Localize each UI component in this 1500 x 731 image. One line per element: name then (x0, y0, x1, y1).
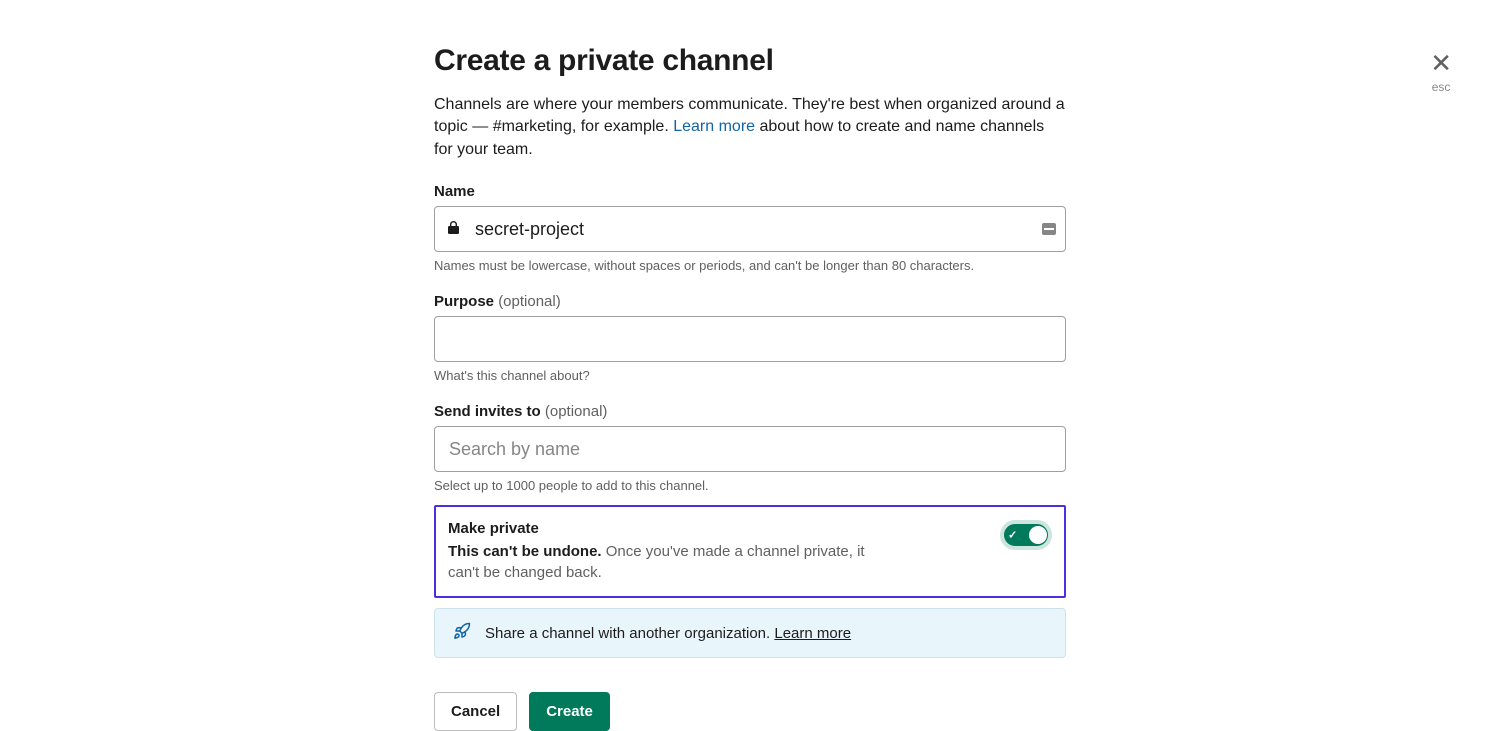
make-private-section: Make private This can't be undone. Once … (434, 505, 1066, 598)
name-help: Names must be lowercase, without spaces … (434, 258, 1066, 273)
name-input-wrap (434, 206, 1066, 252)
toggle-knob (1029, 526, 1047, 544)
name-input[interactable] (434, 206, 1066, 252)
make-private-title: Make private (448, 518, 868, 539)
invites-input-wrap (434, 426, 1066, 472)
share-learn-more-link[interactable]: Learn more (774, 625, 851, 642)
invites-help: Select up to 1000 people to add to this … (434, 478, 1066, 493)
make-private-text: Make private This can't be undone. Once … (448, 518, 868, 583)
invites-label: Send invites to (optional) (434, 403, 1066, 420)
invites-input[interactable] (434, 426, 1066, 472)
close-button[interactable]: ✕ esc (1430, 50, 1452, 94)
invites-optional: (optional) (545, 403, 608, 420)
modal-title: Create a private channel (434, 44, 1066, 78)
purpose-label-text: Purpose (434, 293, 498, 310)
cancel-button[interactable]: Cancel (434, 692, 517, 731)
make-private-toggle[interactable]: ✓ (1000, 520, 1052, 550)
modal-actions: Cancel Create (434, 692, 1066, 731)
learn-more-link[interactable]: Learn more (673, 118, 755, 135)
close-label: esc (1430, 80, 1452, 94)
make-private-strong: This can't be undone. (448, 543, 602, 560)
lock-icon (448, 221, 459, 237)
name-label: Name (434, 183, 1066, 200)
purpose-help: What's this channel about? (434, 368, 1066, 383)
purpose-optional: (optional) (498, 293, 561, 310)
purpose-label: Purpose (optional) (434, 293, 1066, 310)
share-banner: Share a channel with another organizatio… (434, 608, 1066, 658)
modal-description: Channels are where your members communic… (434, 94, 1066, 161)
purpose-input-wrap (434, 316, 1066, 362)
close-icon: ✕ (1430, 50, 1452, 76)
invites-label-text: Send invites to (434, 403, 545, 420)
keyboard-hint-icon (1042, 223, 1056, 235)
purpose-input[interactable] (434, 316, 1066, 362)
create-button[interactable]: Create (529, 692, 610, 731)
share-text: Share a channel with another organizatio… (485, 625, 770, 642)
create-channel-modal: Create a private channel Channels are wh… (434, 44, 1066, 731)
check-icon: ✓ (1008, 529, 1017, 542)
rocket-icon (453, 622, 471, 644)
